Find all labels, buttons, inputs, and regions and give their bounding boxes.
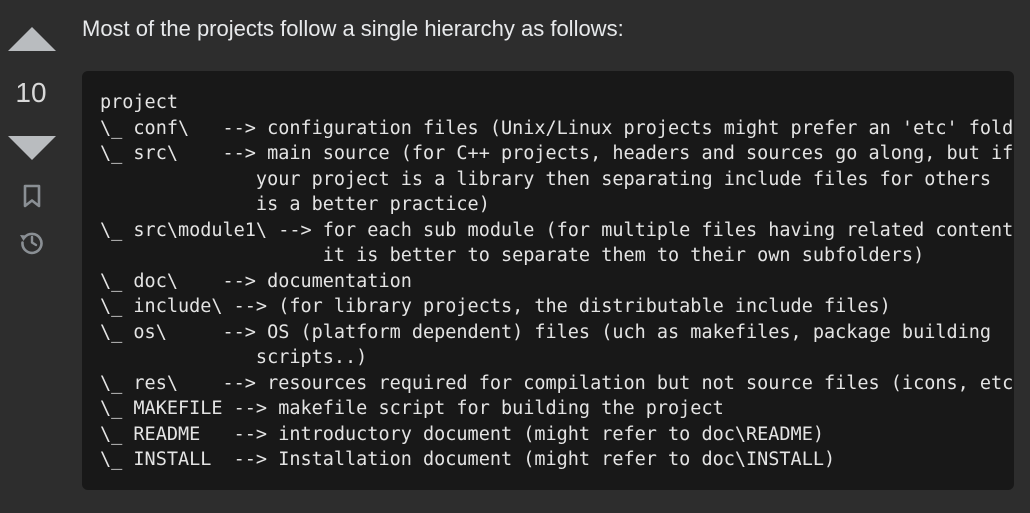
- code-line: \_ include\ --> (for library projects, t…: [100, 296, 891, 317]
- code-line: it is better to separate them to their o…: [100, 245, 925, 266]
- code-line: \_ INSTALL --> Installation document (mi…: [100, 449, 836, 470]
- code-line: \_ src\module1\ --> for each sub module …: [100, 219, 1014, 241]
- code-line: \_ MAKEFILE --> makefile script for buil…: [100, 398, 724, 419]
- code-line: scripts..): [100, 347, 368, 368]
- history-button[interactable]: [18, 228, 46, 256]
- bookmark-icon: [23, 184, 41, 208]
- upvote-button[interactable]: [8, 26, 56, 52]
- upvote-icon: [8, 27, 56, 51]
- code-line: \_ src\ --> main source (for C++ project…: [100, 143, 1014, 164]
- code-line: \_ os\ --> OS (platform dependent) files…: [100, 321, 992, 343]
- code-block: project \_ conf\ --> configuration files …: [82, 71, 1014, 490]
- bookmark-button[interactable]: [18, 182, 46, 210]
- code-line: project: [100, 92, 178, 113]
- code-line: \_ res\ --> resources required for compi…: [100, 372, 1014, 394]
- code-line: \_ README --> introductory document (mig…: [100, 423, 824, 445]
- code-line: \_ doc\ --> documentation: [100, 270, 412, 292]
- code-content: project \_ conf\ --> configuration files …: [100, 90, 1014, 473]
- code-line: is a better practice): [100, 194, 490, 215]
- vote-column: 10: [0, 0, 62, 513]
- code-line: \_ conf\ --> configuration files (Unix/L…: [100, 117, 1014, 139]
- history-icon: [20, 232, 43, 255]
- answer-intro-text: Most of the projects follow a single hie…: [82, 16, 624, 41]
- downvote-button[interactable]: [8, 135, 56, 161]
- vote-count: 10: [15, 77, 47, 108]
- downvote-icon: [8, 136, 56, 160]
- code-line: your project is a library then separatin…: [100, 168, 992, 190]
